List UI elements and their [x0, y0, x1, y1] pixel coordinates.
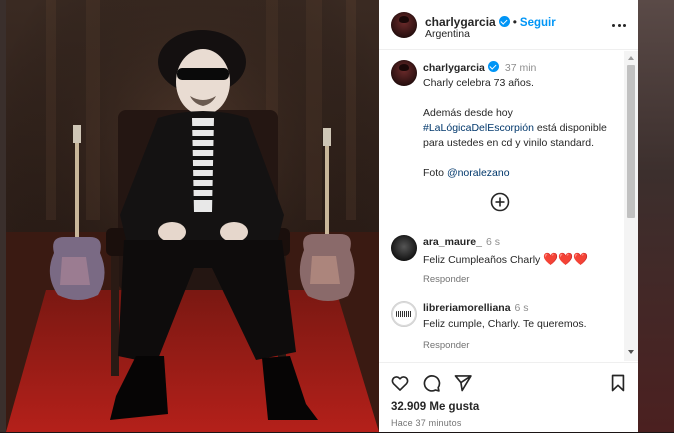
likes-count[interactable]: 32.909 Me gusta — [391, 401, 479, 413]
verified-badge-icon — [498, 16, 510, 27]
heart-emoji: ❤️❤️❤️ — [543, 252, 589, 266]
comment-item: libreriamorelliana 6 s Feliz cumple, Char… — [379, 299, 624, 359]
commenter-username[interactable]: ara_maure_ — [423, 236, 482, 248]
comment-body: Feliz Cumpleaños Charly — [423, 254, 541, 266]
comment-time: 6 s — [485, 236, 500, 248]
post-panel: charlygarcia • Seguir Argentina charlygarc… — [379, 0, 638, 432]
comments-area: charlygarcia 37 min Charly celebra 73 año… — [379, 51, 624, 361]
commenter-username[interactable]: libreriamorelliana — [423, 302, 511, 314]
scroll-thumb[interactable] — [627, 65, 635, 218]
comments-scrollbar[interactable] — [624, 51, 638, 361]
author-username[interactable]: charlygarcia — [425, 15, 496, 29]
caption-line: Además desde hoy — [423, 107, 513, 119]
caption-text: está disponible — [533, 122, 607, 134]
commenter-avatar[interactable] — [391, 301, 417, 327]
scroll-down-arrow-icon[interactable] — [628, 350, 634, 354]
heart-icon[interactable] — [390, 373, 410, 393]
post-photo[interactable] — [6, 0, 379, 432]
follow-button[interactable]: Seguir — [520, 17, 556, 29]
comment-text: Feliz Cumpleaños Charly ❤️❤️❤️ — [423, 252, 588, 266]
plus-circle-icon[interactable] — [490, 192, 510, 212]
caption-username[interactable]: charlygarcia — [423, 62, 485, 74]
hashtag-link[interactable]: #LaLógicaDelEscorpión — [423, 122, 534, 134]
comment-body: Feliz cumple, Charly. Te queremos. — [423, 318, 587, 330]
reply-button[interactable]: Responder — [423, 274, 469, 285]
comment-time: 6 s — [514, 302, 529, 314]
bookmark-icon[interactable] — [608, 373, 628, 393]
scroll-up-arrow-icon[interactable] — [628, 56, 634, 60]
commenter-avatar[interactable] — [391, 235, 417, 261]
caption-line: Charly celebra 73 años. — [423, 77, 534, 89]
caption-line: para ustedes en cd y vinilo standard. — [423, 137, 595, 149]
verified-badge-icon — [487, 61, 499, 72]
mention-link[interactable]: @noralezano — [447, 167, 510, 179]
separator-dot: • — [512, 15, 517, 29]
post-time-ago[interactable]: Hace 37 minutos — [391, 418, 462, 428]
author-avatar[interactable] — [391, 12, 417, 38]
comment-item: ara_maure_ 6 s Feliz Cumpleaños Charly ❤️… — [379, 233, 624, 293]
comment-bubble-icon[interactable] — [421, 373, 441, 393]
more-options-icon[interactable] — [611, 18, 627, 32]
backdrop-right — [638, 0, 674, 432]
post-location[interactable]: Argentina — [425, 28, 470, 40]
post-actions: 32.909 Me gusta Hace 37 minutos — [379, 362, 638, 433]
caption-text: Foto — [423, 167, 447, 179]
reply-button[interactable]: Responder — [423, 340, 469, 351]
comment-header: ara_maure_ 6 s — [423, 236, 500, 248]
comment-header: libreriamorelliana 6 s — [423, 302, 529, 314]
paper-plane-icon[interactable] — [453, 373, 473, 393]
caption-time: 37 min — [504, 62, 537, 74]
caption-avatar[interactable] — [391, 60, 417, 86]
post-caption: charlygarcia 37 min Charly celebra 73 año… — [423, 61, 619, 181]
post-header: charlygarcia • Seguir Argentina — [379, 0, 638, 50]
comment-text: Feliz cumple, Charly. Te queremos. — [423, 318, 587, 330]
